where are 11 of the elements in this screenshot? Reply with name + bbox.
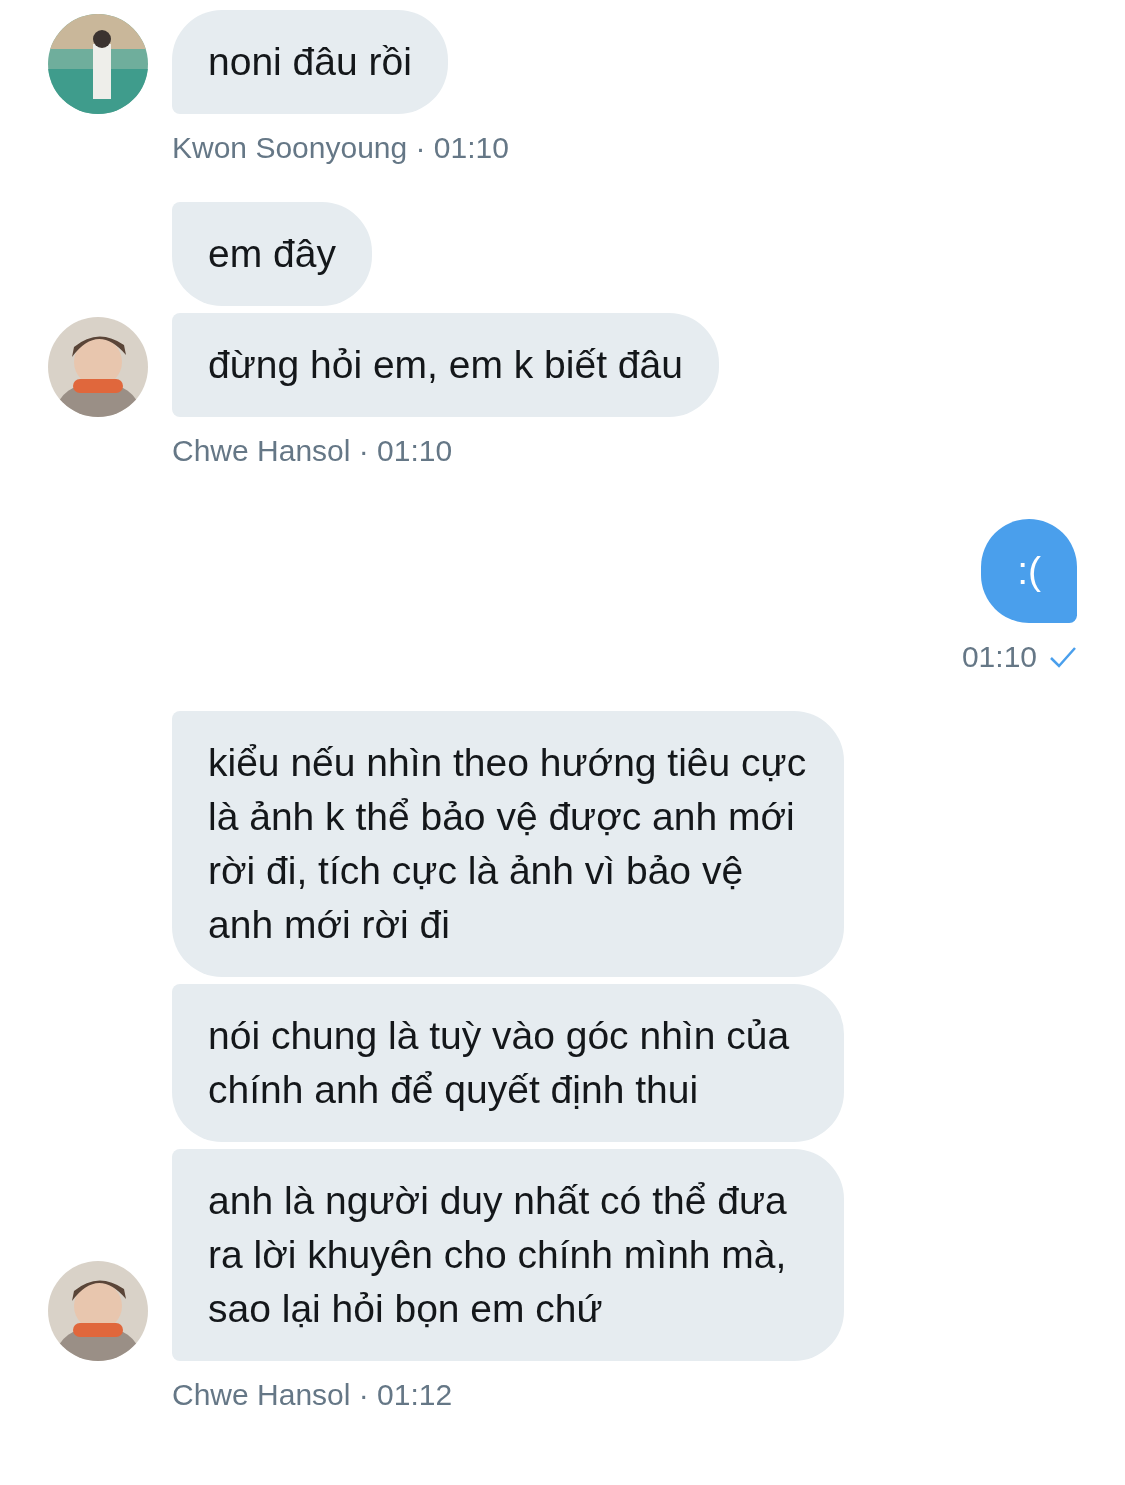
message-time: 01:10 bbox=[961, 639, 1037, 675]
message-bubble: nói chung là tuỳ vào góc nhìn của chính anh để quyết định thui bbox=[172, 984, 844, 1142]
message-bubble: :( bbox=[981, 519, 1077, 623]
sender-time: Chwe Hansol · 01:10 bbox=[172, 433, 454, 469]
sender-time: Kwon Soonyoung · 01:10 bbox=[172, 130, 510, 166]
message-bubble: kiểu nếu nhìn theo hướng tiêu cực là ảnh k thể bảo vệ được anh mới rời đi, tích cực là ảnh vì bảo vệ anh mới rời đi bbox=[172, 711, 844, 977]
message-bubble: em đây bbox=[172, 202, 372, 306]
message-bubble: anh là người duy nhất có thể đưa ra lời khuyên cho chính mình mà, sao lại hỏi bọn em chứ bbox=[172, 1149, 844, 1361]
message-bubble: noni đâu rồi bbox=[172, 10, 448, 114]
sender-time: Chwe Hansol · 01:12 bbox=[172, 1377, 454, 1413]
message-bubble: đừng hỏi em, em k biết đâu bbox=[172, 313, 719, 417]
